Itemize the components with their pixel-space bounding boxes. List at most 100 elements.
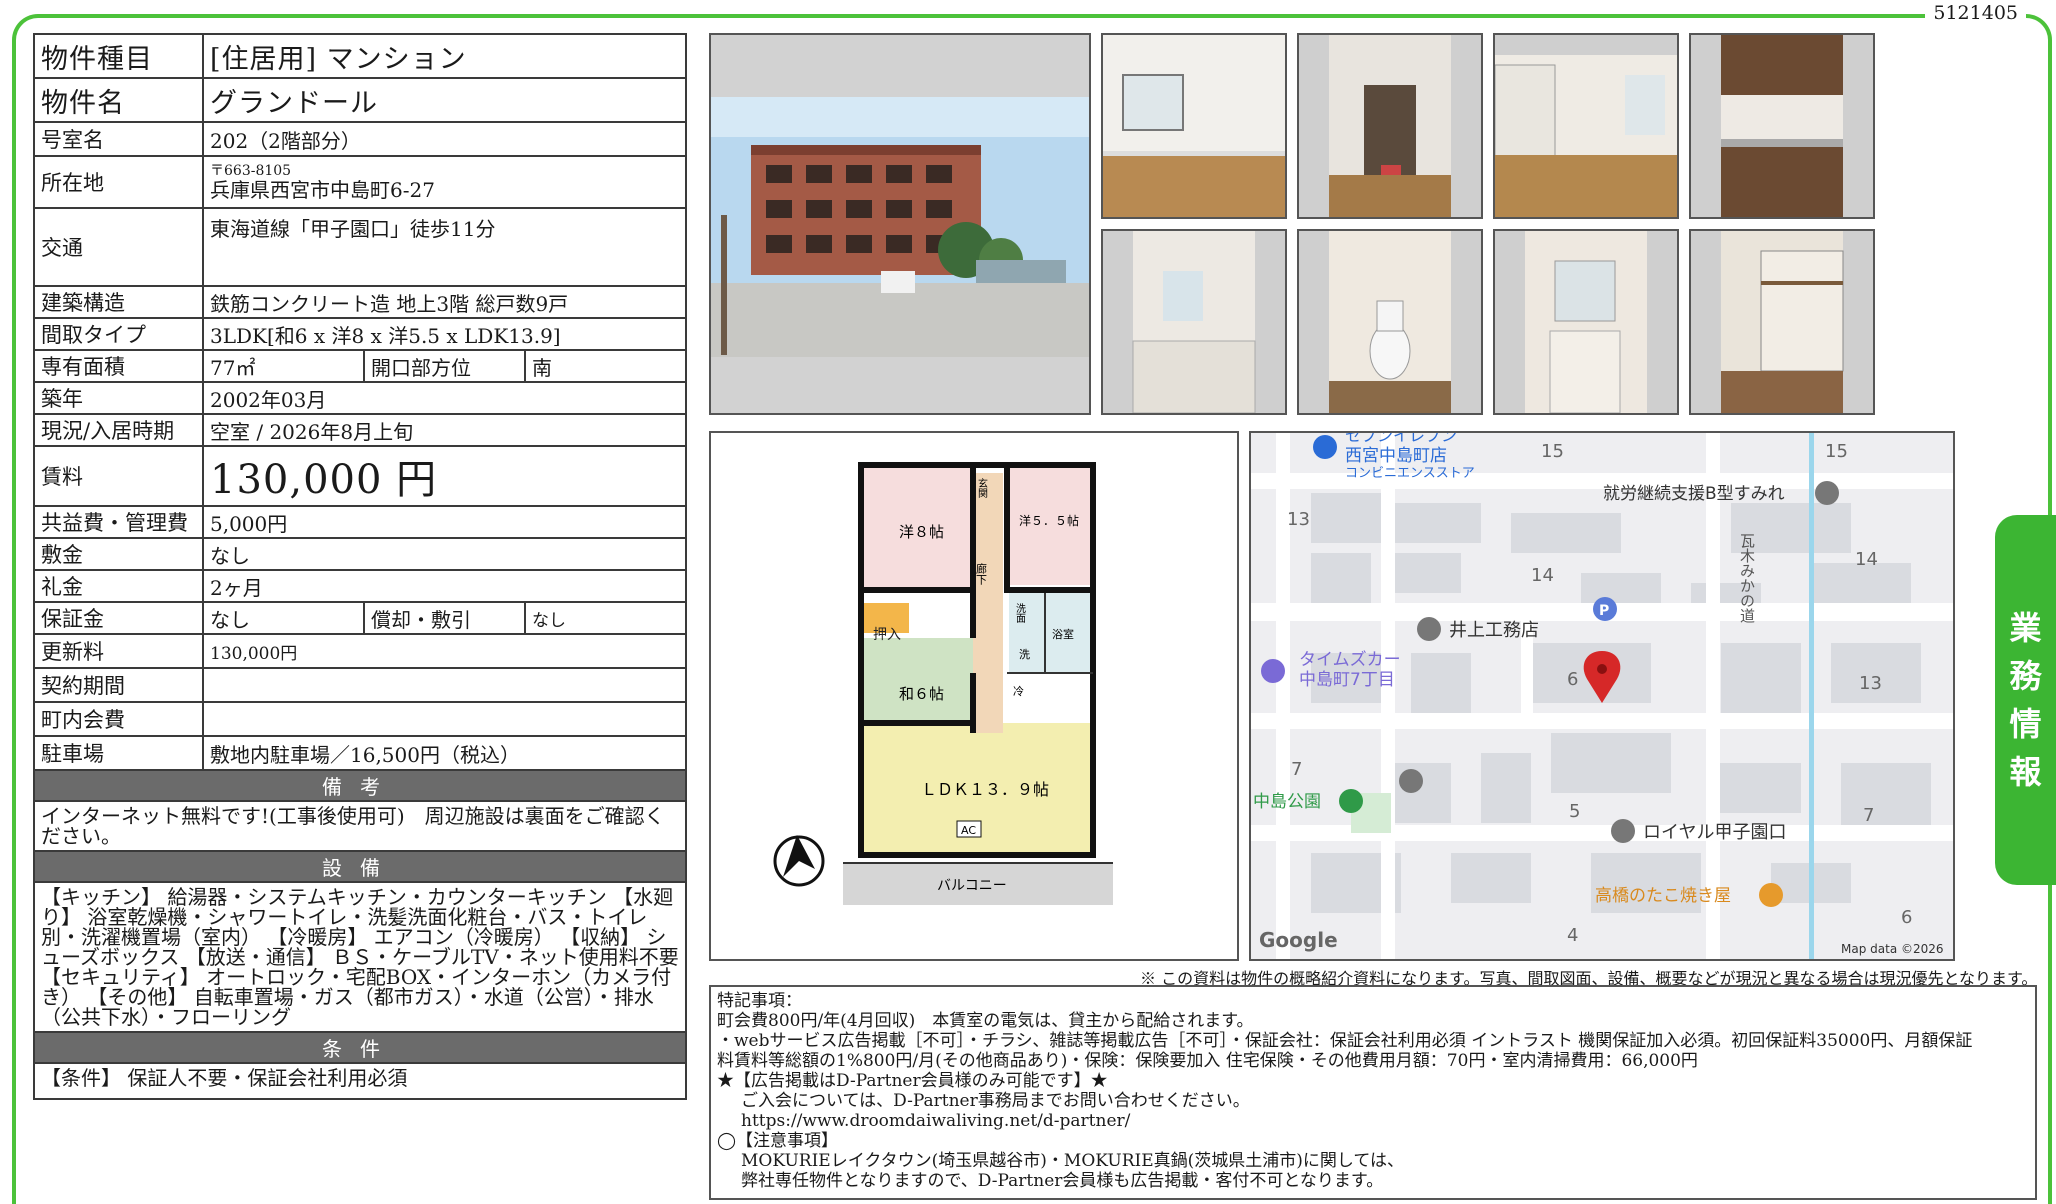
room-label-washer: 洗: [1019, 648, 1030, 661]
map-poi-tako[interactable]: 高橋のたこ焼き屋: [1595, 886, 1731, 906]
map-pin-icon: [1611, 819, 1635, 843]
guarantee-value: なし: [202, 601, 365, 635]
area-value: 77㎡: [202, 349, 365, 383]
document-id: 5121405: [1925, 2, 2026, 24]
layout-value: 3LDK[和6 x 洋8 x 洋5.5 x LDK13.9]: [202, 317, 687, 351]
map-poi-support[interactable]: 就労継続支援B型すみれ: [1603, 484, 1785, 504]
rent-value: 130,000 円: [202, 445, 687, 507]
map-poi-times-sub[interactable]: 中島町7丁目: [1299, 670, 1395, 690]
notes-line: ◯【注意事項】: [717, 1131, 839, 1151]
parking-label: 駐車場: [33, 735, 204, 771]
access-value: 東海道線「甲子園口」徒歩11分: [202, 207, 687, 287]
room-label-closet: 押入: [873, 627, 901, 643]
map-poi-seven-branch[interactable]: 西宮中島町店: [1345, 446, 1447, 466]
fee-label: 共益費・管理費: [33, 505, 204, 539]
room-label-wash: 洗面: [1014, 603, 1026, 624]
key-money-value: 2ヶ月: [202, 569, 687, 603]
map-pin-icon: [1399, 769, 1423, 793]
access-label: 交通: [33, 207, 204, 287]
closet-photo: [1689, 229, 1875, 415]
room-label: 号室名: [33, 121, 204, 157]
balcony-label: バルコニー: [937, 878, 1007, 894]
map-parking-icon: P: [1599, 603, 1609, 619]
room-label-western55: 洋５．５帖: [1019, 513, 1079, 528]
direction-value: 南: [524, 349, 687, 383]
conditions-heading: 条件: [33, 1031, 687, 1064]
block-number: 14: [1855, 549, 1878, 570]
block-number: 13: [1859, 673, 1882, 694]
room-photo-3: [1493, 33, 1679, 219]
room-label-hall: 廊下: [975, 562, 988, 586]
notes-line: ご入会については、D-Partner事務局までお問い合わせください。: [741, 1091, 1250, 1111]
room-photo-1: [1101, 33, 1287, 219]
layout-label: 間取タイプ: [33, 317, 204, 351]
equipment-heading: 設備: [33, 850, 687, 883]
notes-link[interactable]: https://www.droomdaiwaliving.net/d-partn…: [717, 1111, 2029, 1131]
type-label: 物件種目: [33, 33, 204, 79]
floor-plan: 洋８帖 洋５．５帖 押入 和６帖 ＬＤＫ１３．９帖 廊下 玄関 洗面 浴室 冷 …: [709, 431, 1239, 961]
restaurant-icon: [1759, 883, 1783, 907]
direction-label: 開口部方位: [363, 349, 526, 383]
name-value: グランドール: [202, 77, 687, 123]
equipment-text: 【キッチン】 給湯器・システムキッチン・カウンターキッチン 【水廻り】 浴室乾燥…: [33, 881, 687, 1033]
notes-line: ★【広告掲載はD-Partner会員様のみ可能です】★: [717, 1071, 1108, 1091]
block-number: 7: [1291, 759, 1302, 780]
map-poi-royal[interactable]: ロイヤル甲子園口: [1643, 822, 1786, 843]
business-info-tab[interactable]: 業 務 情 報: [1995, 515, 2056, 885]
area-label: 専有面積: [33, 349, 204, 383]
parking-value: 敷地内駐車場／16,500円（税込）: [202, 735, 687, 771]
map-road-label: 瓦木みかの道: [1738, 533, 1756, 623]
contract-label: 契約期間: [33, 667, 204, 703]
structure-value: 鉄筋コンクリート造 地上3階 総戸数9戸: [202, 285, 687, 319]
kitchen-photo: [1689, 33, 1875, 219]
built-label: 築年: [33, 381, 204, 415]
type-value: [住居用] マンション: [202, 33, 687, 79]
map-poi-seven[interactable]: セブンイレブン: [1345, 433, 1457, 445]
room-label-entrance: 玄関: [976, 477, 988, 499]
room-label-bath: 浴室: [1052, 627, 1074, 641]
block-number: 4: [1567, 925, 1578, 946]
room-label-fridge: 冷: [1013, 685, 1024, 698]
washroom-photo: [1493, 229, 1679, 415]
block-number: 5: [1569, 801, 1580, 822]
map-poi-inoue[interactable]: 井上工務店: [1449, 620, 1539, 641]
remarks-heading: 備考: [33, 769, 687, 802]
notes-line: 弊社専任物件となりますので、D-Partner会員様も広告掲載・客付不可となりま…: [741, 1171, 1384, 1191]
address-cell: 〒663-8105 兵庫県西宮市中島町6-27: [202, 155, 687, 209]
renewal-value: 130,000円: [202, 633, 687, 669]
block-number: 13: [1287, 509, 1310, 530]
map-pin-icon: [1417, 617, 1441, 641]
deposit-value: なし: [202, 537, 687, 571]
status-value: 空室 / 2026年8月上旬: [202, 413, 687, 447]
notes-line: ・webサービス広告掲載［不可］・チラシ、雑誌等掲載広告［不可］・保証会社：保証…: [717, 1031, 1973, 1051]
side-tab-char: 務: [2009, 657, 2042, 695]
property-info-table: 物件種目 [住居用] マンション 物件名 グランドール 号室名 202（2階部分…: [33, 33, 687, 1100]
exterior-photo: [709, 33, 1091, 415]
notes-line: 特記事項：: [717, 991, 802, 1011]
block-number: 7: [1863, 805, 1874, 826]
block-number: 6: [1901, 907, 1912, 928]
notes-line: 町会費800円/年(4月回収) 本賃室の電気は、貸主から配給されます。: [717, 1011, 1254, 1031]
block-number: 14: [1531, 565, 1554, 586]
map-poi-times[interactable]: タイムズカー: [1299, 650, 1401, 670]
toilet-photo: [1297, 229, 1483, 415]
map-poi-park[interactable]: 中島公園: [1253, 792, 1321, 812]
address-zip: 〒663-8105: [210, 163, 292, 179]
amortization-label: 償却・敷引: [363, 601, 526, 635]
town-fee-label: 町内会費: [33, 701, 204, 737]
google-logo: Google: [1259, 928, 1338, 952]
room-label-japanese6: 和６帖: [899, 685, 944, 703]
amortization-value: なし: [524, 601, 687, 635]
location-map[interactable]: 15 15 13 14 14 6 13 7 5 7 4 6 セブンイレブン 西宮…: [1249, 431, 1955, 961]
conditions-text: 【条件】 保証人不要・保証会社利用必須: [33, 1062, 687, 1100]
map-poi-seven-sub: コンビニエンスストア: [1345, 466, 1475, 481]
renewal-label: 更新料: [33, 633, 204, 669]
notes-line: 料賃料等総額の1%800円/月(その他商品あり)・保険：保険要加入 住宅保険・そ…: [717, 1051, 1698, 1071]
block-number: 6: [1567, 669, 1578, 690]
rent-label: 賃料: [33, 445, 204, 507]
room-label-ldk: ＬＤＫ１３．９帖: [921, 780, 1049, 799]
park-icon: [1339, 789, 1363, 813]
special-notes: 特記事項： 町会費800円/年(4月回収) 本賃室の電気は、貸主から配給されます…: [709, 985, 2037, 1200]
remarks-text: インターネット無料です!(工事後使用可) 周辺施設は裏面をご確認ください。: [33, 800, 687, 852]
room-label-western8: 洋８帖: [899, 523, 944, 541]
